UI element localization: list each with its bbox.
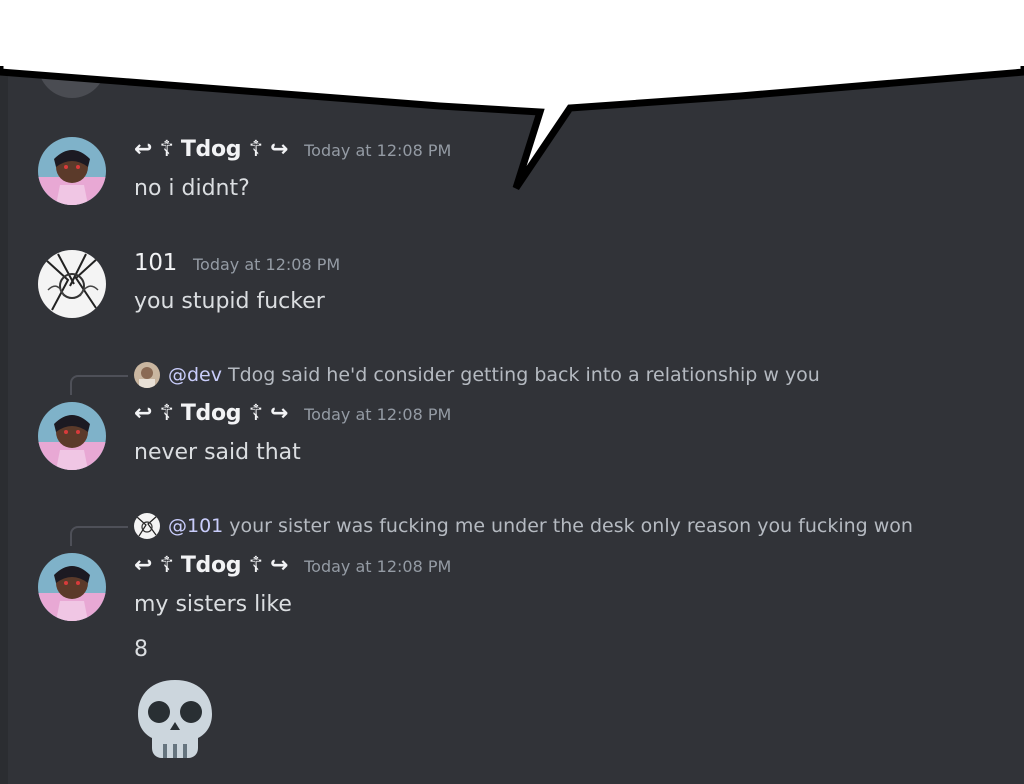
avatar-tdog[interactable] — [38, 402, 106, 470]
skull-icon — [138, 680, 212, 758]
message-header: ↩ ☦ Tdog ☦ ↪ Today at 12:08 PM — [134, 401, 451, 426]
message-text: no i didnt? — [134, 176, 250, 201]
avatar-tdog-image — [38, 137, 106, 205]
avatar-hidden — [38, 30, 106, 98]
reply-mention[interactable]: @101 — [168, 515, 223, 537]
username[interactable]: ↩ ☦ Tdog ☦ ↪ — [134, 137, 288, 162]
timestamp[interactable]: Today at 12:08 PM — [304, 141, 451, 160]
timestamp[interactable]: Today at 12:08 PM — [193, 255, 340, 274]
channel-edge — [0, 70, 8, 784]
reply-text[interactable]: your sister was fucking me under the des… — [229, 515, 913, 537]
reply-avatar-dev — [134, 362, 160, 388]
message-header: 101 Today at 12:08 PM — [134, 250, 340, 276]
message-header: ↩ ☦ Tdog ☦ ↪ Today at 12:08 PM — [134, 553, 451, 578]
message-header: ↩ ☦ Tdog ☦ ↪ Today at 12:08 PM — [134, 137, 451, 162]
reply-text[interactable]: Tdog said he'd consider getting back int… — [228, 364, 820, 386]
username[interactable]: ↩ ☦ Tdog ☦ ↪ — [134, 553, 288, 578]
reply-spine — [70, 526, 128, 546]
avatar-101-image — [38, 250, 106, 318]
avatar-tdog[interactable] — [38, 553, 106, 621]
avatar-tdog-image — [38, 553, 106, 621]
skull-emoji[interactable] — [134, 676, 216, 766]
reply-avatar-101 — [134, 513, 160, 539]
timestamp[interactable]: Today at 12:08 PM — [304, 405, 451, 424]
discord-chat-screenshot: ↩ ☦ Tdog ☦ ↪ Today at 12:08 PM no i didn… — [0, 0, 1024, 784]
username[interactable]: 101 — [134, 250, 177, 276]
avatar-101[interactable] — [38, 250, 106, 318]
message-text: you stupid fucker — [134, 289, 325, 314]
reply-spine — [70, 375, 128, 395]
chat-background — [0, 0, 1024, 784]
message-text: my sisters like — [134, 592, 292, 617]
avatar-tdog[interactable] — [38, 137, 106, 205]
username[interactable]: ↩ ☦ Tdog ☦ ↪ — [134, 401, 288, 426]
timestamp[interactable]: Today at 12:08 PM — [304, 557, 451, 576]
message-text: 8 — [134, 637, 148, 662]
avatar-tdog-image — [38, 402, 106, 470]
reply-mention[interactable]: @dev — [168, 364, 222, 386]
message-text: never said that — [134, 440, 301, 465]
reply-preview[interactable]: @101 your sister was fucking me under th… — [134, 513, 913, 539]
reply-preview[interactable]: @dev Tdog said he'd consider getting bac… — [134, 362, 820, 388]
